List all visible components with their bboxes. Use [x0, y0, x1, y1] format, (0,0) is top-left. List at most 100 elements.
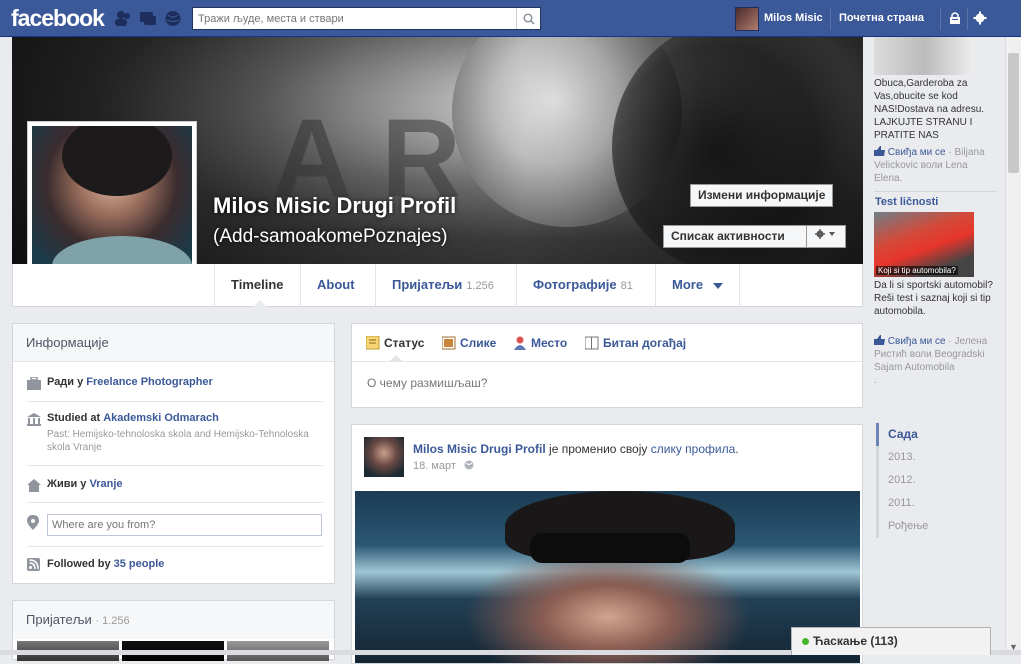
composer-photos-label: Слике [460, 336, 497, 350]
search-button[interactable] [516, 8, 540, 29]
year-link-2012[interactable]: 2012. [876, 469, 956, 492]
notifications-globe-icon[interactable] [164, 10, 182, 27]
tab-label: Пријатељи [392, 277, 463, 292]
tab-more[interactable]: More [655, 264, 740, 306]
activity-log-button[interactable]: Списак активности [663, 225, 807, 248]
ad-like-link[interactable]: Свиђа ми се [888, 147, 946, 158]
ad-image-shoes[interactable] [874, 37, 974, 75]
year-link-born[interactable]: Рођење [876, 515, 956, 538]
profile-picture-image [32, 126, 192, 286]
divider [967, 8, 968, 30]
facebook-logo[interactable]: facebook [11, 5, 105, 32]
user-name-link[interactable]: Milos Misic [764, 12, 823, 24]
story-date-text: 18. март [413, 460, 456, 472]
home-link[interactable]: Почетна страна [839, 12, 924, 24]
ad-text[interactable]: Da li si sportski automobil? Reši test i… [874, 279, 994, 318]
story-action-text: је променио своју [549, 442, 648, 456]
activity-options-button[interactable] [806, 225, 846, 248]
divider [940, 8, 941, 30]
study-past: Past: Hemijsko-tehnoloska skola and Hemi… [47, 429, 309, 453]
ad-like-row: Свиђа ми се · Јелена Ристић воли Beograd… [874, 335, 994, 387]
info-work: Ради у Freelance Photographer [27, 375, 323, 402]
story-date[interactable]: 18. март [413, 460, 474, 472]
year-link-now[interactable]: Сада [876, 423, 956, 446]
settings-gear-icon[interactable] [973, 11, 987, 25]
gear-dropdown-icon [815, 229, 835, 239]
ad-like-link[interactable]: Свиђа ми се [888, 336, 946, 347]
tab-label: About [317, 277, 355, 292]
info-box-title: Информације [13, 324, 334, 362]
composer-place-label: Место [531, 336, 568, 350]
year-link-2011[interactable]: 2011. [876, 492, 956, 515]
status-note-icon [366, 336, 380, 350]
tab-about[interactable]: About [300, 264, 371, 306]
tab-label: Timeline [231, 277, 284, 292]
friend-requests-icon[interactable] [114, 10, 132, 27]
composer-life-event-tab[interactable]: Битан догађај [585, 335, 686, 351]
ad-image-car[interactable]: Koji si tip automobila? [874, 212, 974, 277]
story-action-end: . [735, 442, 739, 456]
life-event-book-icon [585, 336, 599, 350]
composer-status-tab[interactable]: Статус [366, 335, 424, 351]
composer-photos-tab[interactable]: Слике [442, 335, 496, 351]
followed-prefix: Followed by [47, 558, 111, 570]
school-icon [27, 413, 41, 426]
story-author-link[interactable]: Milos Misic Drugi Profil [413, 442, 546, 456]
scrollbar-thumb[interactable] [1008, 53, 1019, 173]
ad-title[interactable]: Test ličnosti [875, 196, 938, 208]
composer-status-label: Статус [384, 336, 425, 350]
info-education: Studied at Akademski Odmarach Past: Hemi… [27, 411, 323, 466]
friends-title-label: Пријатељи [26, 612, 92, 627]
followers-link[interactable]: 35 people [114, 558, 165, 570]
friends-count: · 1.256 [95, 615, 130, 627]
top-bar: facebook Milos Misic Почетна страна [0, 0, 1021, 37]
chevron-down-icon [712, 283, 723, 289]
year-link-2013[interactable]: 2013. [876, 446, 956, 469]
chat-label: Ћаскање (113) [813, 634, 898, 648]
tab-friends[interactable]: Пријатељи 1.256 [375, 264, 510, 306]
composer-event-label: Битан догађај [603, 336, 687, 350]
edit-info-button[interactable]: Измени информације [690, 184, 834, 207]
tab-label: Фотографије [533, 277, 617, 292]
photo-icon [442, 336, 456, 350]
profile-name: Milos Misic Drugi Profil [213, 193, 457, 218]
chat-bar[interactable]: Ћаскање (113) [791, 627, 991, 655]
like-thumb-icon [874, 335, 885, 345]
info-followers: Followed by 35 people [27, 546, 323, 572]
search-box [192, 7, 541, 30]
story-photo[interactable] [355, 491, 860, 663]
tab-label: More [672, 277, 704, 292]
page-scrollbar[interactable]: ▼ [1005, 37, 1021, 655]
public-globe-icon [464, 460, 474, 470]
search-input[interactable] [193, 8, 515, 29]
study-prefix: Studied at [47, 412, 101, 424]
story-action-link[interactable]: слику профила [651, 442, 736, 456]
ad-trailing-dot: . [874, 375, 877, 386]
timeline-year-nav: Сада 2013. 2012. 2011. Рођење [876, 423, 956, 538]
privacy-lock-icon[interactable] [948, 11, 962, 25]
hometown-input[interactable] [47, 514, 322, 536]
tab-timeline[interactable]: Timeline [214, 264, 300, 307]
lives-link[interactable]: Vranje [89, 478, 122, 490]
story-author-avatar[interactable] [364, 437, 404, 477]
messages-icon[interactable] [139, 10, 157, 27]
divider [874, 191, 997, 192]
like-thumb-icon [874, 146, 885, 156]
place-person-icon [514, 336, 526, 350]
composer-place-tab[interactable]: Место [513, 335, 567, 351]
home-icon [27, 479, 41, 492]
work-link[interactable]: Freelance Photographer [86, 376, 213, 388]
profile-tab-bar: Timeline About Пријатељи 1.256 Фотографиј… [12, 264, 863, 307]
profile-alternate-name: (Add-samoakomePoznajes) [213, 226, 448, 247]
user-avatar[interactable] [735, 7, 759, 31]
timeline-story: Milos Misic Drugi Profil је променио сво… [351, 424, 863, 664]
tab-count: 81 [620, 280, 633, 292]
location-pin-icon [27, 515, 39, 530]
tab-photos[interactable]: Фотографије 81 [516, 264, 649, 306]
friends-box-title[interactable]: Пријатељи · 1.256 [13, 601, 334, 639]
ad-text[interactable]: Obuca,Garderoba za Vas,obucite se kod NA… [874, 77, 994, 142]
study-link[interactable]: Akademski Odmarach [103, 412, 219, 424]
briefcase-icon [27, 377, 41, 390]
story-header: Milos Misic Drugi Profil је променио сво… [413, 442, 739, 456]
composer-input[interactable]: О чему размишљаш? [367, 376, 487, 390]
